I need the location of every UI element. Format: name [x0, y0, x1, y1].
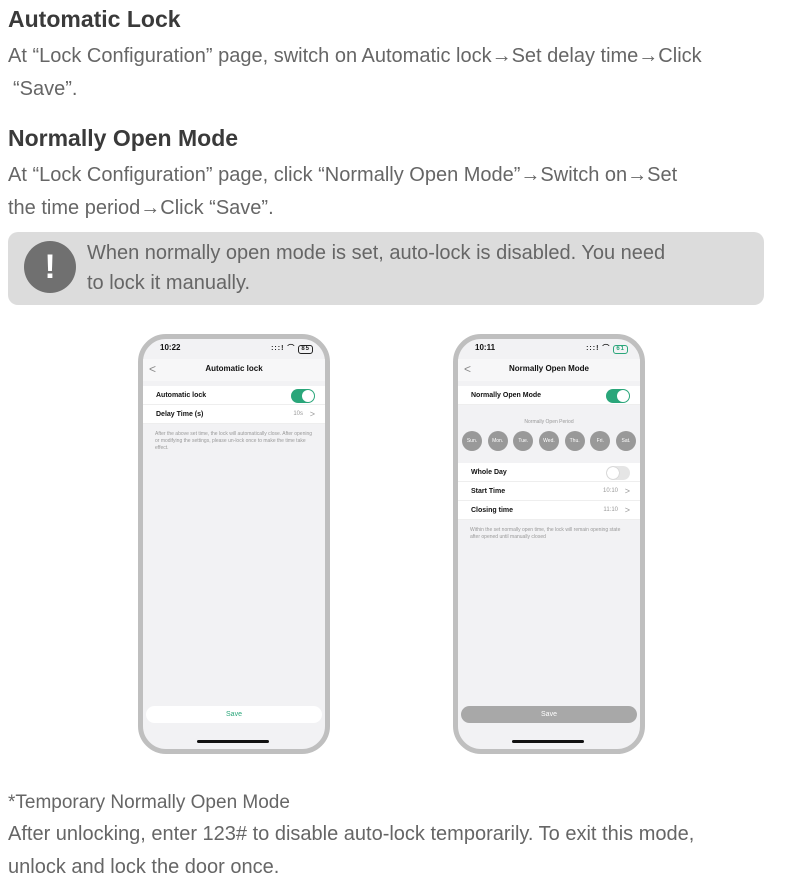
normally-open-toggle[interactable]	[606, 389, 630, 403]
status-bar: 10:11 :::! ⌒ 61	[458, 343, 640, 357]
instruction-line: the time period→Click “Save”.	[8, 197, 274, 219]
mode-list: Normally Open Mode	[458, 386, 640, 405]
page-title: Normally Open Mode	[508, 364, 589, 373]
weekday-selector: Sun. Mon. Tue. Wed. Thu. Fri. Sat.	[462, 431, 636, 451]
save-button[interactable]: Save	[146, 706, 322, 723]
exclamation-icon: !	[24, 241, 76, 293]
status-icons: :::! ⌒ 85	[271, 343, 313, 354]
temporary-mode-title: *Temporary Normally Open Mode	[8, 792, 290, 813]
day-button[interactable]: Wed.	[538, 431, 559, 451]
chevron-right-icon: >	[624, 486, 630, 496]
delay-time-value: 10s	[293, 411, 303, 417]
row-label: Closing time	[471, 507, 514, 514]
home-indicator	[512, 740, 584, 743]
save-button[interactable]: Save	[461, 706, 637, 723]
warning-note: ! When normally open mode is set, auto-l…	[8, 232, 764, 305]
settings-list: Automatic lock Delay Time (s) 10s >	[143, 386, 325, 424]
home-indicator	[197, 740, 269, 743]
temporary-mode-instructions: After unlocking, enter 123# to disable a…	[8, 818, 694, 878]
clock: 10:22	[160, 343, 181, 352]
status-icons: :::! ⌒ 61	[586, 343, 628, 354]
normally-open-mode-heading: Normally Open Mode	[8, 125, 239, 151]
wifi-icon: ⌒	[287, 345, 296, 352]
battery-icon: 61	[613, 345, 628, 354]
automatic-lock-row: Automatic lock	[143, 386, 325, 405]
chevron-right-icon: >	[309, 409, 315, 419]
automatic-lock-instructions: At “Lock Configuration” page, switch on …	[8, 40, 702, 106]
clock: 10:11	[475, 343, 496, 352]
phone-normally-open-mode: 10:11 :::! ⌒ 61 < Normally Open Mode Nor…	[453, 334, 645, 754]
row-label: Delay Time (s)	[156, 411, 204, 418]
signal-icon: :::!	[586, 345, 600, 352]
nav-bar: < Automatic lock	[143, 359, 325, 381]
start-time-value: 10:10	[602, 488, 618, 494]
period-title: Normally Open Period	[524, 419, 574, 425]
battery-icon: 85	[298, 345, 313, 354]
day-button[interactable]: Mon.	[487, 431, 508, 451]
instruction-line: At “Lock Configuration” page, click “Nor…	[8, 164, 678, 186]
note-text: When normally open mode is set, auto-loc…	[87, 238, 757, 298]
time-settings-list: Whole Day Start Time 10:10 > Closing tim…	[458, 463, 640, 520]
nav-bar: < Normally Open Mode	[458, 359, 640, 381]
phone-automatic-lock: 10:22 :::! ⌒ 85 < Automatic lock Automat…	[138, 334, 330, 754]
row-label: Whole Day	[471, 469, 507, 476]
day-button[interactable]: Sat.	[615, 431, 636, 451]
whole-day-toggle[interactable]	[606, 466, 630, 480]
day-button[interactable]: Sun.	[462, 431, 482, 451]
row-label: Automatic lock	[156, 392, 207, 399]
closing-time-row[interactable]: Closing time 11:10 >	[458, 501, 640, 520]
hint-text: After the above set time, the lock will …	[155, 431, 313, 451]
signal-icon: :::!	[271, 345, 285, 352]
day-button[interactable]: Fri.	[590, 431, 611, 451]
automatic-lock-toggle[interactable]	[291, 389, 315, 403]
note-line: to lock it manually.	[87, 272, 251, 294]
chevron-right-icon: >	[624, 505, 630, 515]
delay-time-row[interactable]: Delay Time (s) 10s >	[143, 405, 325, 424]
instruction-line: At “Lock Configuration” page, switch on …	[8, 45, 702, 67]
closing-time-value: 11:10	[603, 507, 618, 513]
row-label: Start Time	[471, 488, 506, 495]
wifi-icon: ⌒	[602, 345, 611, 352]
normally-open-mode-row: Normally Open Mode	[458, 386, 640, 405]
instruction-line: After unlocking, enter 123# to disable a…	[8, 823, 695, 845]
day-button[interactable]: Thu.	[564, 431, 585, 451]
day-button[interactable]: Tue.	[513, 431, 534, 451]
whole-day-row: Whole Day	[458, 463, 640, 482]
automatic-lock-heading: Automatic Lock	[8, 6, 181, 32]
start-time-row[interactable]: Start Time 10:10 >	[458, 482, 640, 501]
page-title: Automatic lock	[205, 364, 263, 373]
status-bar: 10:22 :::! ⌒ 85	[143, 343, 325, 357]
hint-text: Within the set normally open time, the l…	[470, 527, 621, 540]
normally-open-instructions: At “Lock Configuration” page, click “Nor…	[8, 159, 677, 225]
instruction-line: unlock and lock the door once.	[8, 856, 280, 878]
note-line: When normally open mode is set, auto-loc…	[87, 242, 666, 264]
instruction-line: “Save”.	[13, 78, 78, 100]
row-label: Normally Open Mode	[471, 392, 542, 399]
